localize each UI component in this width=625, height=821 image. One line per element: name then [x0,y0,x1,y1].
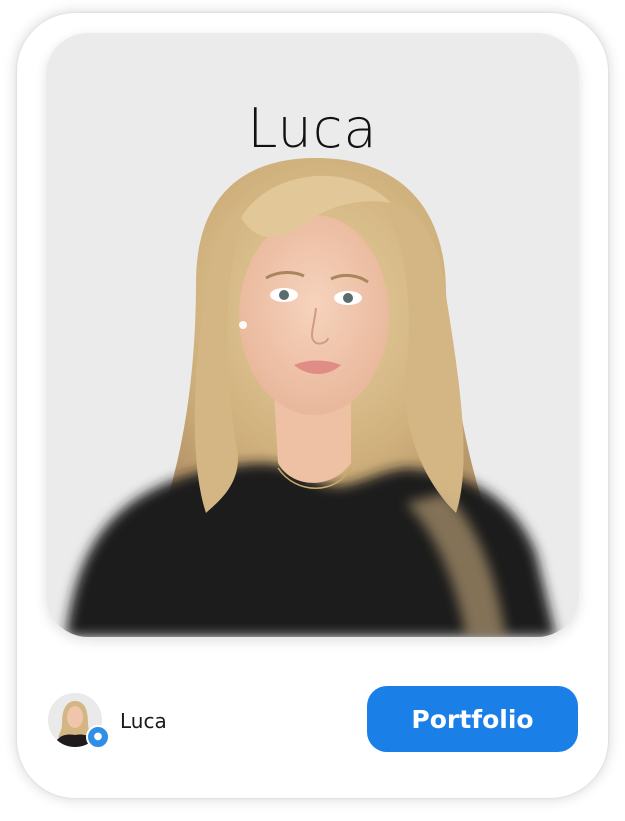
face [239,215,389,415]
profile-photo: Luca [46,33,579,637]
profile-name-heading: Luca [247,97,378,160]
portfolio-button[interactable]: Portfolio [367,686,578,752]
avatar-name-label: Luca [120,709,167,733]
chat-bubble-icon: ● [86,725,110,749]
profile-footer: ● Luca Portfolio [48,685,578,755]
